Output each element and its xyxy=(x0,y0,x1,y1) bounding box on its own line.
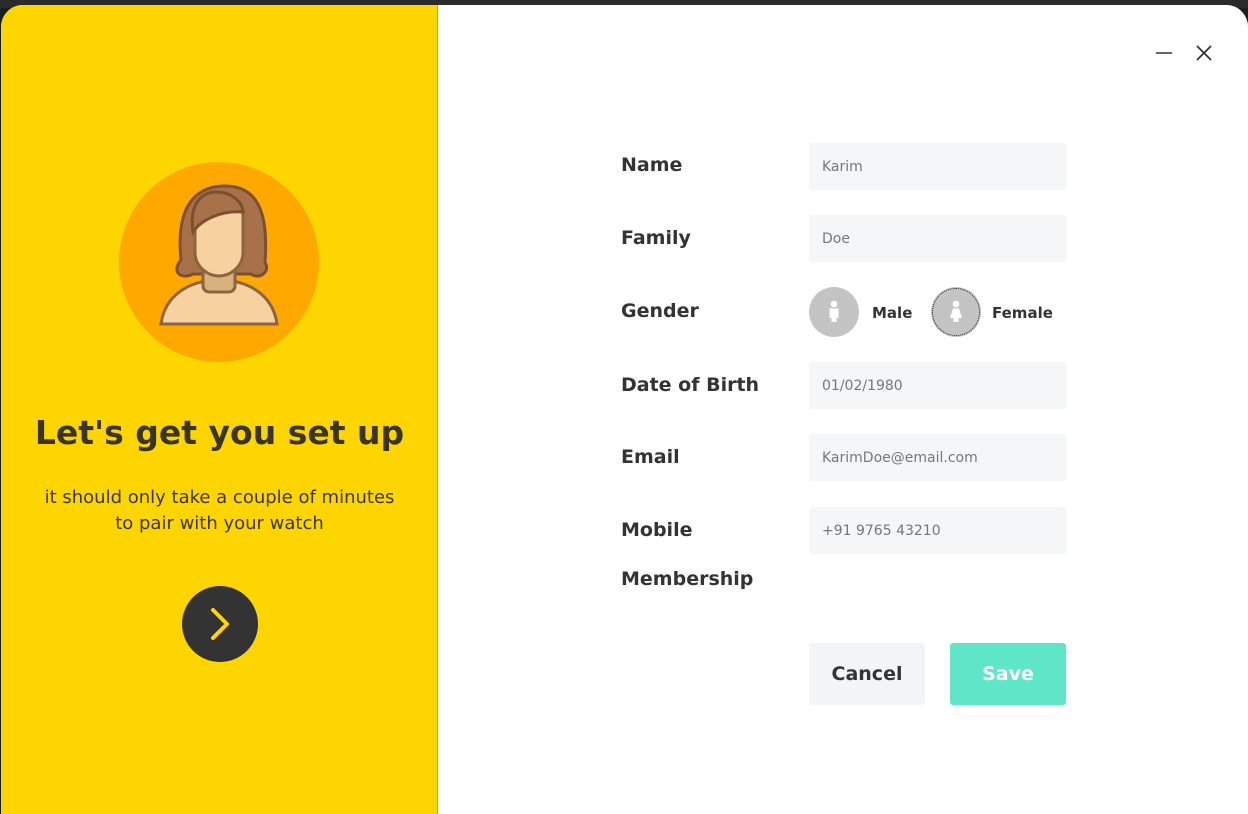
welcome-panel: Let's get you set up it should only take… xyxy=(1,5,438,814)
minimize-button[interactable] xyxy=(1152,41,1176,65)
membership-label: Membership xyxy=(621,568,754,590)
family-label: Family xyxy=(621,227,691,249)
hero-subtitle-line-1: it should only take a couple of minutes xyxy=(44,487,395,508)
mobile-label: Mobile xyxy=(621,519,693,541)
setup-window: Let's get you set up it should only take… xyxy=(1,5,1248,814)
form-panel: Name Family Gender Male Female Date of B… xyxy=(438,5,1248,814)
minimize-icon xyxy=(1156,52,1172,54)
chevron-right-icon xyxy=(211,608,229,640)
female-icon xyxy=(950,300,962,322)
dob-field[interactable] xyxy=(809,362,1066,409)
next-button[interactable] xyxy=(182,586,258,662)
save-button[interactable]: Save xyxy=(950,643,1066,705)
name-label: Name xyxy=(621,154,683,176)
gender-female-label[interactable]: Female xyxy=(992,304,1053,322)
mobile-field[interactable] xyxy=(809,507,1066,554)
avatar xyxy=(119,162,319,362)
close-button[interactable] xyxy=(1192,41,1216,65)
gender-male-label[interactable]: Male xyxy=(872,304,912,322)
close-icon xyxy=(1196,45,1212,61)
dob-label: Date of Birth xyxy=(621,374,760,396)
hero-subtitle: it should only take a couple of minutes … xyxy=(31,485,408,537)
email-label: Email xyxy=(621,446,680,468)
hero-title: Let's get you set up xyxy=(34,413,405,452)
cancel-button[interactable]: Cancel xyxy=(809,643,925,705)
gender-male-toggle[interactable] xyxy=(809,287,859,337)
family-field[interactable] xyxy=(809,215,1066,262)
name-field[interactable] xyxy=(809,143,1066,190)
hero-subtitle-line-2: to pair with your watch xyxy=(115,513,324,534)
gender-label: Gender xyxy=(621,300,699,322)
male-icon xyxy=(829,300,839,322)
woman-avatar-icon xyxy=(159,184,279,326)
email-field[interactable] xyxy=(809,434,1066,481)
gender-female-toggle[interactable] xyxy=(931,287,981,337)
